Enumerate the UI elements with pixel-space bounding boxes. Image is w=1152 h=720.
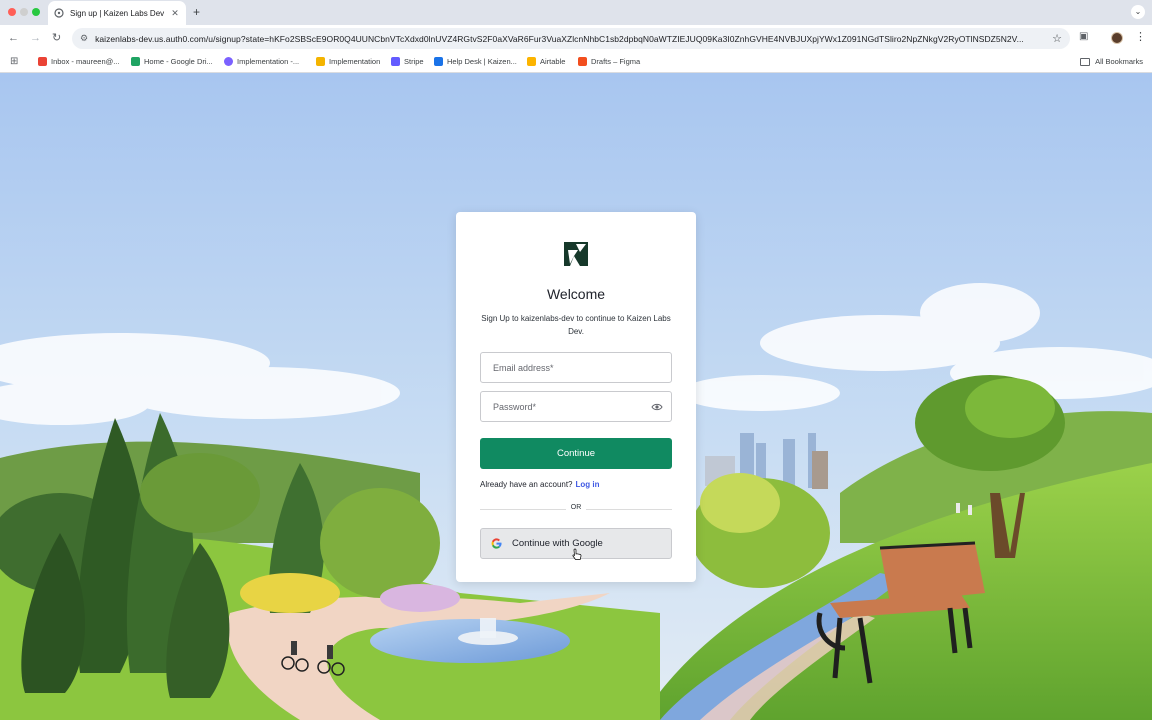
bookmark-item[interactable]: Implementation bbox=[316, 57, 380, 66]
apps-grid-icon[interactable]: ⊞ bbox=[10, 56, 18, 67]
bookmarks-bar: ⊞ Inbox - maureen@... Home - Google Dri.… bbox=[0, 52, 1152, 73]
bookmark-label: Airtable bbox=[540, 57, 566, 66]
login-prompt: Already have an account? Log in bbox=[480, 480, 600, 489]
airtable-icon bbox=[527, 57, 536, 66]
google-g-icon bbox=[491, 538, 502, 549]
reload-icon[interactable]: ↻ bbox=[52, 31, 61, 45]
kaizen-logo-icon bbox=[564, 242, 588, 266]
password-field[interactable] bbox=[480, 391, 672, 422]
forward-arrow-icon[interactable]: → bbox=[30, 31, 41, 45]
implementation-icon bbox=[224, 57, 233, 66]
bookmark-label: Home - Google Dri... bbox=[144, 57, 213, 66]
browser-tab-bar: Sign up | Kaizen Labs Dev ✕ + ⌄ bbox=[0, 0, 1152, 25]
password-input[interactable] bbox=[481, 392, 671, 421]
email-field[interactable] bbox=[480, 352, 672, 383]
gmail-icon bbox=[38, 57, 47, 66]
extensions-puzzle-icon[interactable]: ▣ bbox=[1079, 31, 1088, 42]
figma-icon bbox=[578, 57, 587, 66]
bookmark-label: Drafts – Figma bbox=[591, 57, 641, 66]
bookmark-item[interactable]: Help Desk | Kaizen... bbox=[434, 57, 517, 66]
all-bookmarks-button[interactable]: All Bookmarks bbox=[1080, 57, 1143, 66]
bookmark-item[interactable]: Airtable bbox=[527, 57, 565, 66]
bookmark-item[interactable]: Implementation -... bbox=[224, 57, 299, 66]
help-desk-icon bbox=[434, 57, 443, 66]
new-tab-button[interactable]: + bbox=[193, 5, 200, 19]
bookmark-label: Inbox - maureen@... bbox=[51, 57, 120, 66]
bookmark-star-icon[interactable]: ☆ bbox=[1052, 32, 1062, 45]
bookmark-label: Implementation -... bbox=[237, 57, 300, 66]
already-have-account-text: Already have an account? bbox=[480, 480, 573, 489]
tab-title: Sign up | Kaizen Labs Dev bbox=[70, 8, 165, 18]
all-bookmarks-label: All Bookmarks bbox=[1095, 57, 1143, 66]
mouse-pointer-hand-icon bbox=[572, 548, 582, 560]
browser-toolbar: ← → ↻ ⚙ kaizenlabs-dev.us.auth0.com/u/si… bbox=[0, 25, 1152, 52]
auth0-favicon-icon bbox=[54, 8, 64, 18]
continue-button[interactable]: Continue bbox=[480, 438, 672, 469]
address-url[interactable]: kaizenlabs-dev.us.auth0.com/u/signup?sta… bbox=[95, 34, 1046, 44]
address-bar[interactable]: ⚙ kaizenlabs-dev.us.auth0.com/u/signup?s… bbox=[72, 28, 1070, 49]
profile-avatar[interactable] bbox=[1111, 32, 1123, 44]
back-arrow-icon[interactable]: ← bbox=[8, 31, 19, 45]
implementation-icon bbox=[316, 57, 325, 66]
or-label: OR bbox=[566, 504, 586, 511]
email-input[interactable] bbox=[481, 353, 671, 382]
google-button-label: Continue with Google bbox=[512, 538, 603, 549]
bookmark-item[interactable]: Stripe bbox=[391, 57, 424, 66]
signup-subtitle: Sign Up to kaizenlabs-dev to continue to… bbox=[481, 314, 671, 336]
folder-icon bbox=[1080, 57, 1091, 66]
window-minimize-button[interactable] bbox=[20, 8, 28, 16]
google-drive-icon bbox=[131, 57, 140, 66]
bookmark-label: Help Desk | Kaizen... bbox=[447, 57, 517, 66]
show-password-eye-icon[interactable] bbox=[651, 402, 663, 412]
window-maximize-button[interactable] bbox=[32, 8, 40, 16]
window-close-button[interactable] bbox=[8, 8, 16, 16]
signup-card: Welcome Sign Up to kaizenlabs-dev to con… bbox=[456, 212, 696, 582]
stripe-icon bbox=[391, 57, 400, 66]
bookmark-label: Stripe bbox=[404, 57, 424, 66]
bookmark-item[interactable]: Inbox - maureen@... bbox=[38, 57, 119, 66]
page-title: Welcome bbox=[546, 286, 606, 302]
bookmark-item[interactable]: Home - Google Dri... bbox=[131, 57, 213, 66]
browser-tab[interactable]: Sign up | Kaizen Labs Dev ✕ bbox=[48, 1, 186, 25]
bookmark-item[interactable]: Drafts – Figma bbox=[578, 57, 640, 66]
tab-close-icon[interactable]: ✕ bbox=[170, 8, 180, 19]
tab-search-chevron-icon[interactable]: ⌄ bbox=[1131, 5, 1145, 19]
site-info-icon[interactable]: ⚙ bbox=[80, 33, 88, 44]
log-in-link[interactable]: Log in bbox=[576, 480, 600, 489]
browser-menu-icon[interactable]: ⋮ bbox=[1135, 30, 1146, 43]
bookmark-label: Implementation bbox=[329, 57, 381, 66]
page-content: Welcome Sign Up to kaizenlabs-dev to con… bbox=[0, 73, 1152, 720]
